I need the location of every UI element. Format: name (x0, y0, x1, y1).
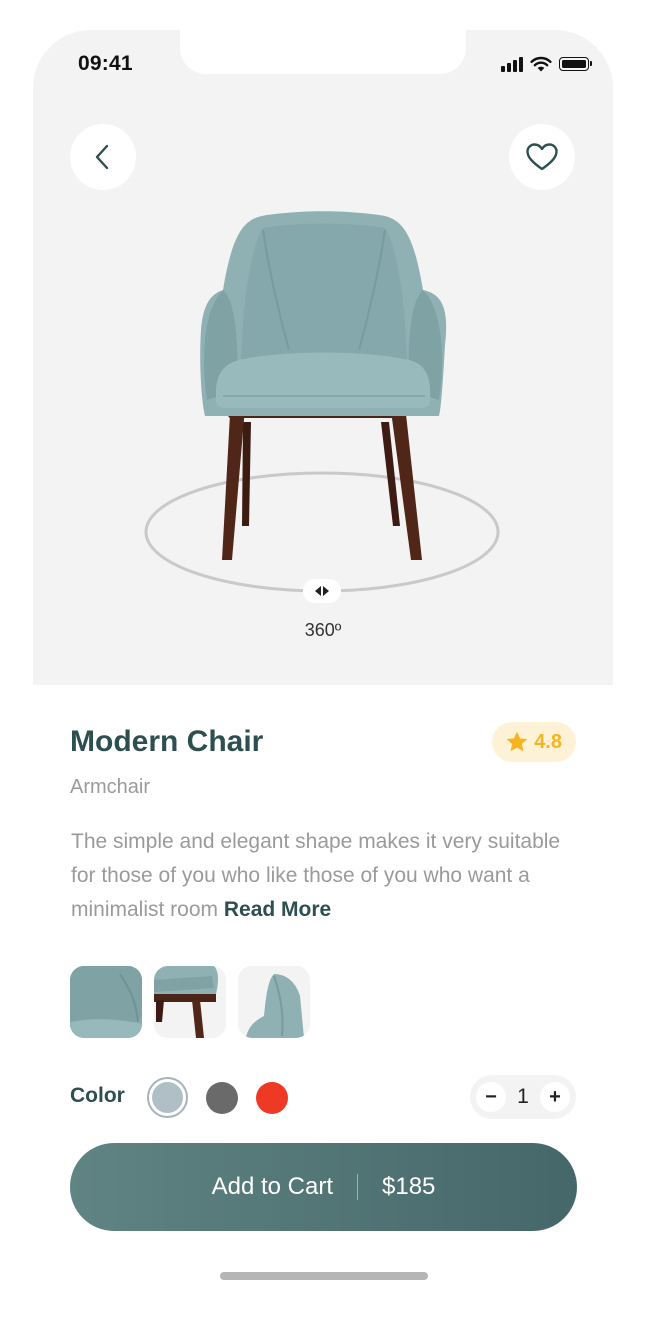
notch (180, 30, 466, 74)
add-to-cart-button[interactable]: Add to Cart $185 (70, 1143, 577, 1231)
phone-screen: 09:41 360º Modern Chair 4.8 Armchair The… (33, 30, 613, 1296)
quantity-stepper: − 1 + (470, 1075, 576, 1119)
rating-badge: 4.8 (492, 722, 576, 762)
product-title: Modern Chair (70, 725, 264, 758)
chevron-left-icon (95, 144, 109, 170)
color-options (147, 1077, 288, 1118)
read-more-link[interactable]: Read More (224, 898, 331, 921)
wifi-icon (530, 56, 552, 72)
decrease-quantity-button[interactable]: − (476, 1082, 506, 1112)
add-to-cart-label: Add to Cart (211, 1173, 333, 1200)
favorite-button[interactable] (509, 124, 575, 190)
thumbnail-back-detail[interactable] (238, 966, 310, 1038)
rating-value: 4.8 (534, 730, 562, 753)
product-category: Armchair (70, 776, 151, 798)
product-description: The simple and elegant shape makes it ve… (71, 825, 581, 927)
rotation-label: 360º (304, 620, 342, 640)
status-icons (501, 54, 592, 74)
heart-outline-icon (526, 143, 558, 171)
cart-divider (357, 1174, 358, 1200)
rotation-ring (144, 471, 500, 593)
thumbnail-side-legs[interactable] (154, 966, 226, 1038)
cellular-signal-icon (501, 56, 523, 72)
increase-quantity-button[interactable]: + (540, 1082, 570, 1112)
star-icon (507, 732, 528, 751)
product-image[interactable] (143, 210, 503, 610)
product-viewer[interactable]: 09:41 360º (33, 30, 613, 685)
quantity-value: 1 (517, 1085, 529, 1108)
back-button[interactable] (70, 124, 136, 190)
status-time: 09:41 (78, 52, 133, 75)
home-indicator (220, 1272, 428, 1280)
battery-icon (559, 57, 592, 71)
cart-price: $185 (382, 1173, 436, 1200)
thumbnail-arm-closeup[interactable] (70, 966, 142, 1038)
color-swatch-gray[interactable] (206, 1081, 238, 1114)
color-swatch-red[interactable] (256, 1081, 288, 1114)
color-swatch-light-blue[interactable] (147, 1077, 188, 1118)
thumbnail-gallery (70, 966, 310, 1038)
color-label: Color (70, 1084, 125, 1107)
rotate-handle (303, 579, 341, 603)
